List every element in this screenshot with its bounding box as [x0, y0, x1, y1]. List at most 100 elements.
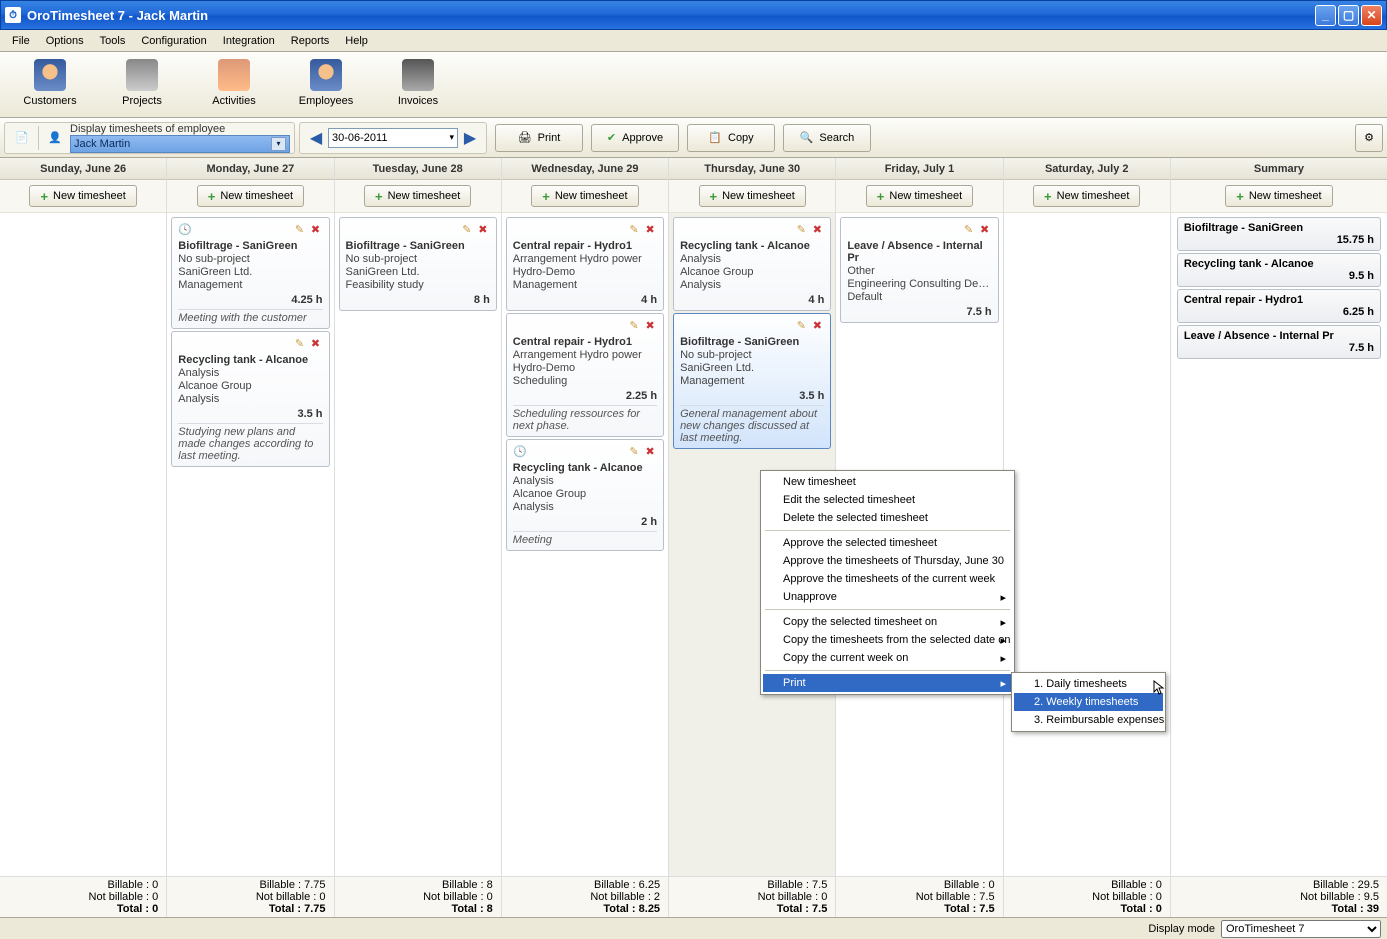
card-line: Analysis [178, 393, 322, 405]
context-menu-item[interactable]: New timesheet [763, 473, 1012, 491]
toolbar-invoices[interactable]: Invoices [372, 54, 464, 115]
employee-icon[interactable]: 👤 [42, 125, 68, 151]
toolbar-projects[interactable]: Projects [96, 54, 188, 115]
card-title: Central repair - Hydro1 [513, 336, 657, 348]
card-hours: 4.25 h [178, 294, 322, 306]
menu-help[interactable]: Help [337, 32, 376, 50]
context-menu-item[interactable]: Approve the timesheets of Thursday, June… [763, 552, 1012, 570]
day-body [0, 213, 166, 876]
delete-icon[interactable]: ✖ [643, 444, 657, 458]
printer-icon: 🖨 [518, 131, 532, 144]
display-mode-select[interactable]: OroTimesheet 7 [1221, 920, 1381, 938]
date-input[interactable]: 30-06-2011 ▾ [328, 128, 458, 148]
context-submenu-item[interactable]: 3. Reimbursable expenses [1014, 711, 1163, 729]
new-timesheet-button[interactable]: +New timesheet [364, 185, 471, 207]
summary-card[interactable]: Leave / Absence - Internal Pr7.5 h [1177, 325, 1381, 359]
context-menu-item[interactable]: Unapprove▸ [763, 588, 1012, 606]
timesheet-card[interactable]: ✎✖Biofiltrage - SaniGreenNo sub-projectS… [339, 217, 497, 311]
approve-button[interactable]: ✔Approve [591, 124, 679, 152]
new-timesheet-button[interactable]: +New timesheet [29, 185, 136, 207]
day-body: ✎✖Central repair - Hydro1Arrangement Hyd… [502, 213, 668, 876]
card-title: Recycling tank - Alcanoe [680, 240, 824, 252]
new-timesheet-button[interactable]: +New timesheet [699, 185, 806, 207]
card-hours: 8 h [346, 294, 490, 306]
new-timesheet-button[interactable]: +New timesheet [866, 185, 973, 207]
summary-card[interactable]: Central repair - Hydro16.25 h [1177, 289, 1381, 323]
timesheet-card[interactable]: ✎✖Recycling tank - AlcanoeAnalysisAlcano… [673, 217, 831, 311]
delete-icon[interactable]: ✖ [309, 336, 323, 350]
context-submenu-item[interactable]: 1. Daily timesheets [1014, 675, 1163, 693]
summary-card[interactable]: Recycling tank - Alcanoe9.5 h [1177, 253, 1381, 287]
delete-icon[interactable]: ✖ [978, 222, 992, 236]
card-line: Management [513, 279, 657, 291]
toolbar-activities[interactable]: Activities [188, 54, 280, 115]
context-menu-item[interactable]: Copy the timesheets from the selected da… [763, 631, 1012, 649]
context-menu-item[interactable]: Copy the current week on▸ [763, 649, 1012, 667]
new-timesheet-button[interactable]: +New timesheet [1225, 185, 1332, 207]
context-menu-item[interactable]: Approve the timesheets of the current we… [763, 570, 1012, 588]
toolbar-employees[interactable]: Employees [280, 54, 372, 115]
card-line: Alcanoe Group [680, 266, 824, 278]
context-menu-item[interactable]: Approve the selected timesheet [763, 534, 1012, 552]
timesheet-card[interactable]: ✎✖Central repair - Hydro1Arrangement Hyd… [506, 313, 664, 437]
edit-icon[interactable]: ✎ [460, 222, 474, 236]
context-menu-item[interactable]: Delete the selected timesheet [763, 509, 1012, 527]
close-button[interactable]: ✕ [1361, 5, 1382, 26]
edit-icon[interactable]: ✎ [627, 444, 641, 458]
employee-selected: Jack Martin [74, 138, 130, 150]
new-timesheet-button[interactable]: +New timesheet [1033, 185, 1140, 207]
edit-icon[interactable]: ✎ [627, 318, 641, 332]
employee-dropdown[interactable]: Jack Martin ▾ [70, 135, 290, 153]
new-timesheet-button[interactable]: +New timesheet [531, 185, 638, 207]
edit-icon[interactable]: ✎ [627, 222, 641, 236]
card-hours: 4 h [680, 294, 824, 306]
maximize-button[interactable]: ▢ [1338, 5, 1359, 26]
delete-icon[interactable]: ✖ [643, 222, 657, 236]
context-menu-item[interactable]: Print▸ [763, 674, 1012, 692]
summary-card[interactable]: Biofiltrage - SaniGreen15.75 h [1177, 217, 1381, 251]
edit-icon[interactable]: ✎ [293, 336, 307, 350]
context-submenu-item[interactable]: 2. Weekly timesheets [1014, 693, 1163, 711]
delete-icon[interactable]: ✖ [309, 222, 323, 236]
edit-icon[interactable]: ✎ [794, 318, 808, 332]
context-menu-item[interactable]: Copy the selected timesheet on▸ [763, 613, 1012, 631]
delete-icon[interactable]: ✖ [476, 222, 490, 236]
edit-icon[interactable]: ✎ [293, 222, 307, 236]
card-hours: 3.5 h [680, 390, 824, 402]
timesheet-card[interactable]: ✎✖Leave / Absence - Internal PrOtherEngi… [840, 217, 998, 323]
card-line: No sub-project [346, 253, 490, 265]
employee-label: Display timesheets of employee [70, 123, 290, 135]
mouse-cursor [1153, 680, 1169, 696]
prev-week-button[interactable]: ◀ [304, 126, 328, 150]
minimize-button[interactable]: _ [1315, 5, 1336, 26]
copy-button[interactable]: 📋Copy [687, 124, 775, 152]
menu-integration[interactable]: Integration [215, 32, 283, 50]
timesheet-card[interactable]: 🕓✎✖Biofiltrage - SaniGreenNo sub-project… [171, 217, 329, 329]
delete-icon[interactable]: ✖ [810, 222, 824, 236]
menu-tools[interactable]: Tools [92, 32, 134, 50]
timesheet-card[interactable]: ✎✖Biofiltrage - SaniGreenNo sub-projectS… [673, 313, 831, 449]
grid-view-button[interactable]: 📄 [9, 125, 35, 151]
search-button[interactable]: 🔍Search [783, 124, 871, 152]
menu-options[interactable]: Options [38, 32, 92, 50]
timesheet-card[interactable]: ✎✖Central repair - Hydro1Arrangement Hyd… [506, 217, 664, 311]
toolbar-customers[interactable]: Customers [4, 54, 96, 115]
menu-configuration[interactable]: Configuration [133, 32, 214, 50]
timesheet-card[interactable]: 🕓✎✖Recycling tank - AlcanoeAnalysisAlcan… [506, 439, 664, 551]
print-button[interactable]: 🖨Print [495, 124, 583, 152]
settings-button[interactable]: ⚙ [1355, 124, 1383, 152]
edit-icon[interactable]: ✎ [962, 222, 976, 236]
next-week-button[interactable]: ▶ [458, 126, 482, 150]
new-timesheet-button[interactable]: +New timesheet [197, 185, 304, 207]
day-totals: Billable : 7.5Not billable : 0Total : 7.… [669, 876, 835, 917]
menu-file[interactable]: File [4, 32, 38, 50]
edit-icon[interactable]: ✎ [794, 222, 808, 236]
menu-reports[interactable]: Reports [283, 32, 338, 50]
delete-icon[interactable]: ✖ [810, 318, 824, 332]
delete-icon[interactable]: ✖ [643, 318, 657, 332]
card-title: Central repair - Hydro1 [513, 240, 657, 252]
copy-icon: 📋 [708, 131, 722, 144]
context-menu-item[interactable]: Edit the selected timesheet [763, 491, 1012, 509]
timesheet-card[interactable]: ✎✖Recycling tank - AlcanoeAnalysisAlcano… [171, 331, 329, 467]
card-line: Hydro-Demo [513, 266, 657, 278]
